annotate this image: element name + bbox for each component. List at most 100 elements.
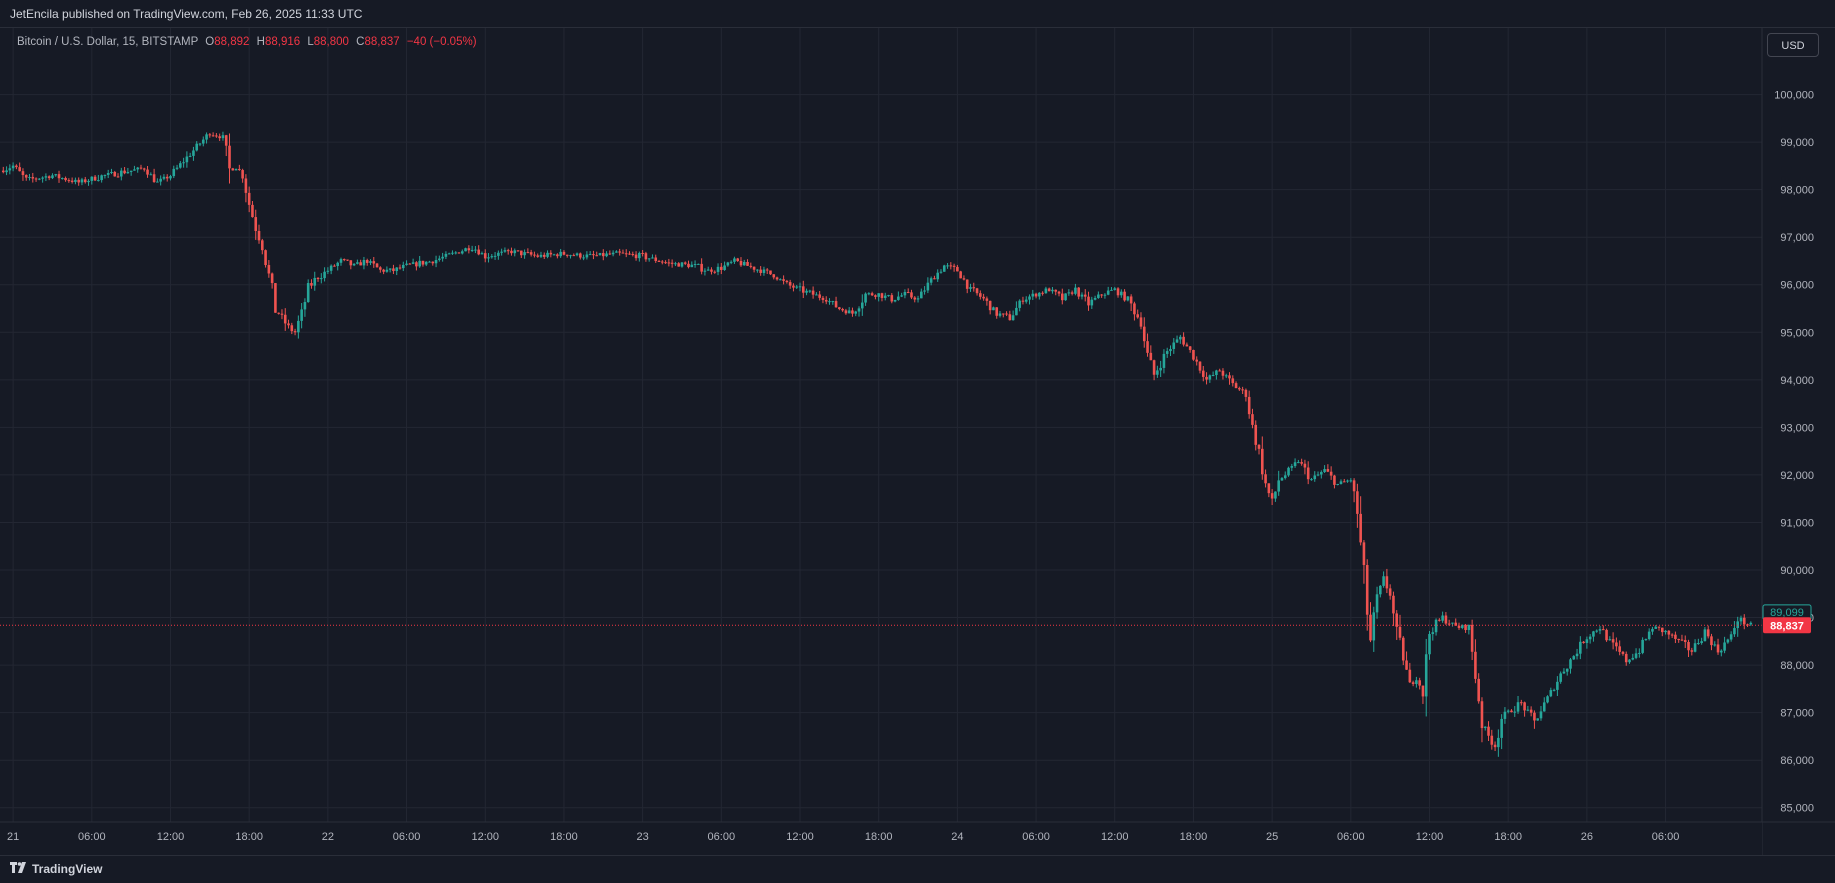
candle-body [1575, 653, 1579, 657]
candle-body [779, 279, 782, 281]
candle-body [1611, 639, 1615, 643]
candle-body [1238, 388, 1241, 390]
candle-body [110, 171, 113, 173]
chart-area[interactable]: 85,00086,00087,00088,00089,00090,00091,0… [0, 28, 1835, 855]
candle-body [234, 168, 238, 171]
candle-body [1352, 480, 1356, 492]
candle-body [979, 293, 982, 297]
candle-body [1149, 352, 1153, 361]
candle-body [1697, 643, 1700, 645]
candle-body [572, 255, 576, 257]
tradingview-logo[interactable]: TradingView [10, 862, 102, 876]
candle-body [916, 298, 920, 300]
candle-body [5, 170, 8, 173]
candle-body [1457, 625, 1461, 628]
candle-body [1644, 639, 1648, 641]
time-tick-label: 26 [1581, 831, 1593, 843]
candle-body [1487, 726, 1490, 736]
candle-body [123, 170, 126, 174]
candle-body [1218, 370, 1221, 372]
candle-body [188, 155, 192, 157]
candle-body [1618, 646, 1621, 652]
candle-body [1736, 621, 1740, 629]
candle-body [1103, 294, 1107, 296]
candle-body [447, 253, 451, 255]
candle-body [18, 167, 21, 172]
candle-body [1205, 376, 1208, 380]
currency-button[interactable]: USD [1767, 33, 1819, 57]
candle-body [1569, 659, 1572, 669]
candle-body [1605, 629, 1608, 641]
candle-body [1706, 629, 1710, 637]
candle-body [1047, 288, 1051, 292]
candle-body [831, 301, 835, 303]
candle-body [349, 260, 353, 266]
candle-body [310, 283, 313, 286]
candle-body [523, 252, 526, 256]
candle-body [1313, 475, 1317, 480]
candle-body [133, 169, 136, 171]
candle-body [611, 252, 615, 255]
candle-body [811, 290, 815, 295]
candle-body [238, 168, 241, 171]
candle-body [870, 293, 874, 296]
time-tick-label: 23 [636, 831, 648, 843]
candle-body [1306, 467, 1310, 480]
candle-body [159, 178, 162, 182]
candle-body [1601, 629, 1605, 631]
candle-body [1424, 654, 1428, 697]
candle-body [1323, 469, 1326, 473]
candle-body [1182, 336, 1185, 345]
candle-body [844, 310, 848, 314]
candle-body [67, 180, 71, 182]
candle-body [1638, 652, 1641, 654]
candle-body [1490, 735, 1494, 745]
candle-body [1021, 300, 1025, 302]
candle-body [913, 297, 917, 300]
candle-body [1005, 313, 1008, 315]
candle-body [854, 311, 858, 314]
candle-body [270, 273, 274, 284]
candle-body [139, 167, 143, 169]
candlestick-chart[interactable]: 85,00086,00087,00088,00089,00090,00091,0… [0, 28, 1835, 855]
candle-body [739, 260, 743, 266]
candle-body [1097, 294, 1100, 298]
candle-body [585, 254, 589, 258]
open-value: 88,892 [214, 36, 250, 48]
candle-body [1385, 576, 1389, 589]
time-tick-label: 18:00 [1494, 831, 1522, 843]
candle-body [867, 293, 871, 295]
candle-body [1582, 641, 1585, 643]
candle-body [592, 254, 595, 256]
candle-body [1254, 424, 1258, 445]
change-value: −40 (−0.05%) [406, 36, 477, 48]
candle-body [818, 294, 821, 298]
candle-body [31, 177, 35, 179]
candle-body [1234, 383, 1238, 389]
candle-body [539, 254, 543, 257]
candle-body [1120, 291, 1123, 296]
candle-body [87, 180, 90, 183]
candle-body [1300, 462, 1303, 464]
candle-body [156, 181, 159, 183]
candle-body [920, 291, 923, 299]
candle-body [1700, 641, 1703, 644]
candle-body [303, 302, 307, 310]
time-tick-label: 25 [1266, 831, 1278, 843]
candle-body [1224, 375, 1228, 377]
candle-body [1054, 289, 1058, 292]
candle-body [1723, 642, 1726, 651]
time-tick-label: 18:00 [235, 831, 263, 843]
candle-body [736, 258, 740, 261]
candle-body [1297, 462, 1300, 464]
candle-body [1408, 669, 1412, 683]
candle-body [274, 283, 277, 313]
candle-body [1372, 612, 1376, 641]
candle-body [329, 265, 333, 271]
time-tick-label: 06:00 [1652, 831, 1680, 843]
last-price-label: 88,837 [1770, 620, 1804, 632]
candle-body [280, 313, 284, 315]
candle-body [582, 257, 585, 259]
candle-body [41, 177, 44, 179]
symbol-legend[interactable]: Bitcoin / U.S. Dollar, 15, BITSTAMP O88,… [17, 36, 477, 48]
